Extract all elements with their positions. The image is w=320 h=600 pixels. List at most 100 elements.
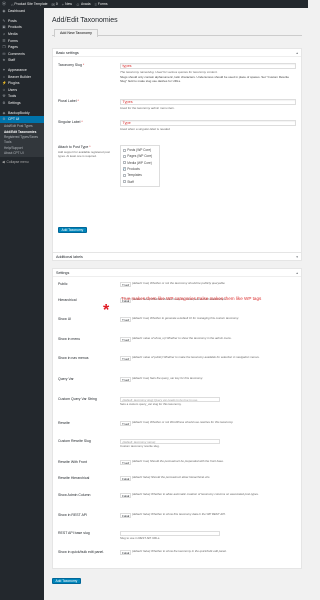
sidebar-item-plugins[interactable]: ⚡ Plugins <box>0 80 44 87</box>
setting-description: (default: false) Should the permastruct … <box>132 475 211 480</box>
adminbar-item[interactable]: ☺ Avada <box>76 2 91 7</box>
show-quick-edit-select[interactable]: False <box>120 550 131 556</box>
layers-icon: ≡ <box>94 1 97 7</box>
singular-label-label: Singular Label * <box>58 120 83 124</box>
forms-icon: ☰ <box>2 38 6 43</box>
sidebar-item-settings[interactable]: ⚙ Settings <box>0 100 44 107</box>
rewrite-with-front-select[interactable]: True <box>120 460 131 466</box>
submenu-item[interactable]: About CPT UI <box>0 150 44 155</box>
setting-label: Rewrite <box>58 421 70 425</box>
admin-sidebar: ◉ Dashboard ✎ Posts ▣ Products ♫ Media ☰ Forms ❐ Pa… <box>0 8 44 600</box>
taxonomy-slug-desc: The taxonomy name/slug. Used for various… <box>120 69 218 74</box>
post-type-option-label: Products <box>127 167 140 172</box>
setting-label: Show in nav menus <box>58 356 89 360</box>
post-type-option-label: Posts (WP Core) <box>127 148 152 153</box>
sidebar-item-cpt-ui[interactable]: ⚙ CPT UI <box>0 115 44 123</box>
users-icon: ☺ <box>2 87 6 92</box>
adminbar-item[interactable]: ✉ 0 <box>52 2 58 7</box>
tab-row: Add New Taxonomy <box>52 27 302 37</box>
show-ui-select[interactable]: True <box>120 317 131 323</box>
taxonomy-slug-label: Taxonomy Slug * <box>58 63 85 67</box>
sidebar-item-label: BackupBuddy <box>8 110 30 115</box>
products-icon: ▣ <box>2 25 6 30</box>
tab-add-new-taxonomy[interactable]: Add New Taxonomy <box>54 29 98 37</box>
add-taxonomy-button-bottom[interactable]: Add Taxonomy <box>52 578 81 585</box>
dashboard-icon: ◉ <box>2 9 6 14</box>
collapse-arrow-icon[interactable]: ▴ <box>296 271 298 275</box>
adminbar-item-label: Forms <box>97 2 108 6</box>
setting-description: (default: false) Whether to allow automa… <box>132 492 259 497</box>
show-in-rest-select[interactable]: False <box>120 513 131 519</box>
post-type-option-label: Templates <box>127 173 142 178</box>
setting-label: REST API base slug <box>58 531 90 535</box>
adminbar-item-label: Product Site Template <box>14 2 48 6</box>
sidebar-item-beaver-builder[interactable]: ⌂ Beaver Builder <box>0 73 44 80</box>
adminbar-item-label: 0 <box>55 2 58 6</box>
submenu-item[interactable]: Registered Types/Taxes <box>0 134 44 139</box>
basic-settings-header[interactable]: Basic settings ▴ <box>53 49 301 57</box>
show-in-nav-menus-select[interactable]: True <box>120 356 131 362</box>
setting-label: Show in menu <box>58 337 81 341</box>
adminbar-item[interactable]: Ⓦ <box>2 1 7 7</box>
sidebar-item-label: Forms <box>8 38 18 43</box>
add-taxonomy-button-top[interactable]: Add Taxonomy <box>58 227 87 234</box>
setting-description: (default: true) Whether or not the taxon… <box>132 281 226 286</box>
settings-header[interactable]: Settings ▴ <box>53 269 301 277</box>
additional-labels-header[interactable]: Additional labels ▾ <box>53 253 301 261</box>
additional-labels-title: Additional labels <box>56 255 83 259</box>
staff-icon: ★ <box>2 58 6 63</box>
adminbar-item[interactable]: ≡ Forms <box>95 2 108 7</box>
plural-label-input[interactable]: Types <box>120 99 296 105</box>
checkbox[interactable] <box>122 179 126 184</box>
checkbox[interactable] <box>122 154 126 159</box>
sidebar-item-forms[interactable]: ☰ Forms <box>0 37 44 44</box>
sidebar-item-staff[interactable]: ★ Staff <box>0 57 44 64</box>
adminbar-item[interactable]: + New <box>62 2 72 7</box>
checkbox[interactable] <box>122 173 126 177</box>
taxonomy-slug-input[interactable]: types <box>120 63 296 69</box>
checkbox[interactable]: ✓ <box>122 167 126 171</box>
checkbox[interactable] <box>122 161 126 165</box>
media-icon: ♫ <box>2 32 6 37</box>
sidebar-item-products[interactable]: ▣ Products <box>0 24 44 31</box>
sidebar-item-label: Beaver Builder <box>8 74 31 79</box>
singular-label-desc: Used when a singular label is needed <box>120 126 170 131</box>
collapse-menu-button[interactable]: ◀ Collapse menu <box>0 159 44 165</box>
sidebar-item-label: Dashboard <box>8 9 26 14</box>
show-admin-column-select[interactable]: False <box>120 493 131 499</box>
post-type-checklist: Posts (WP Core) Pages (WP Core) Media (WP … <box>120 145 160 187</box>
sidebar-item-pages[interactable]: ❐ Pages <box>0 44 44 51</box>
sidebar-item-tools[interactable]: ⚒ Tools <box>0 93 44 100</box>
post-type-option[interactable]: Staff <box>122 178 158 184</box>
rewrite-hierarchical-select[interactable]: False <box>120 476 131 482</box>
checkbox[interactable] <box>122 148 126 152</box>
setting-label: Show Admin Column <box>58 493 91 497</box>
sidebar-item-users[interactable]: ☺ Users <box>0 87 44 94</box>
setting-description: (default: true) Should the permastruct b… <box>132 459 224 464</box>
sidebar-item-posts[interactable]: ✎ Posts <box>0 18 44 25</box>
beaver-builder-icon: ⌂ <box>2 74 6 79</box>
post-type-option-label: Pages (WP Core) <box>127 154 153 159</box>
settings-title: Settings <box>56 270 70 275</box>
plural-label-label: Plural Label * <box>58 99 79 103</box>
sidebar-item-backupbuddy[interactable]: ◈ BackupBuddy <box>0 109 44 116</box>
adminbar-item[interactable]: ⌂ Product Site Template <box>11 2 48 7</box>
additional-labels-box: Additional labels ▾ <box>52 252 302 261</box>
collapse-arrow-icon[interactable]: ▴ <box>296 51 298 55</box>
singular-label-input[interactable]: Type <box>120 120 296 126</box>
basic-settings-box: Basic settings ▴ Taxonomy Slug * types T… <box>52 48 302 256</box>
sidebar-item-label: Products <box>8 25 22 30</box>
rewrite-select[interactable]: True <box>120 421 131 427</box>
sidebar-item-comments[interactable]: ✉ Comments <box>0 51 44 58</box>
sidebar-item-dashboard[interactable]: ◉ Dashboard <box>0 8 44 15</box>
public-select[interactable]: True <box>120 282 131 288</box>
query-var-select[interactable]: True <box>120 377 131 383</box>
attach-post-type-label: Attach to Post Type * <box>58 145 91 149</box>
sidebar-item-media[interactable]: ♫ Media <box>0 31 44 38</box>
sidebar-item-appearance[interactable]: ✦ Appearance <box>0 67 44 74</box>
cptui-submenu: Add/Edit Post Types Add/Edit Taxonomies Re… <box>0 122 44 157</box>
show-in-menu-select[interactable]: True <box>120 337 131 343</box>
setting-description: (default: true) Whether to generate a de… <box>132 316 239 321</box>
expand-arrow-icon[interactable]: ▾ <box>296 255 298 259</box>
page-title: Add/Edit Taxonomies <box>52 17 118 24</box>
